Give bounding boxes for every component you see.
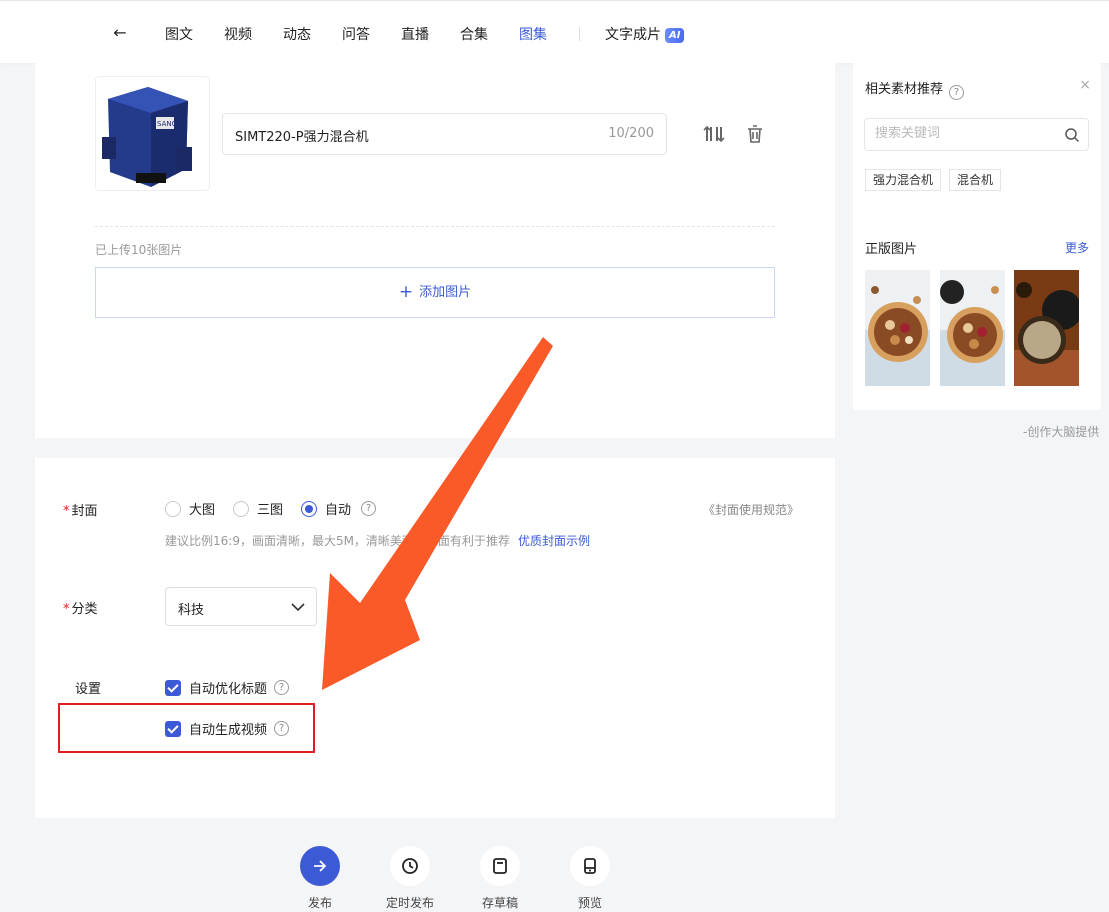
top-nav: ← 图文 视频 动态 问答 直播 合集 图集 文字成片 AI (0, 0, 1109, 63)
machine-photo: SANG (96, 77, 209, 190)
publish-button[interactable]: 发布 (290, 846, 350, 911)
machine-brand-text: SANG (157, 120, 177, 128)
settings-label: 设置 (75, 682, 102, 697)
schedule-publish-button[interactable]: 定时发布 (380, 846, 440, 911)
close-icon[interactable]: × (1079, 77, 1091, 93)
cover-option-large[interactable]: 大图 (165, 499, 215, 518)
category-value: 科技 (178, 603, 205, 618)
more-link[interactable]: 更多 (1065, 239, 1089, 256)
caption-input[interactable]: SIMT220-P强力混合机 10/200 (222, 113, 667, 155)
publish-label: 发布 (307, 896, 332, 910)
licensed-images-title: 正版图片 (865, 242, 918, 257)
cover-option-auto[interactable]: 自动? (301, 499, 377, 518)
cover-help-icon[interactable]: ? (361, 501, 377, 516)
tab-text-to-video[interactable]: 文字成片 AI (605, 24, 685, 44)
cover-hint-text: 建议比例16:9，画面清晰，最大5M，清晰美观的封面有利于推荐 (165, 534, 510, 548)
checkbox-checked-icon[interactable] (165, 679, 181, 696)
cover-option-three-label: 三图 (257, 503, 284, 518)
search-input[interactable] (875, 126, 1055, 141)
chevron-down-icon (291, 603, 305, 612)
radio-large[interactable] (165, 500, 181, 517)
uploaded-count-text: 已上传10张图片 (95, 243, 183, 257)
sidebar-search (864, 118, 1089, 151)
plus-icon: + (398, 282, 414, 302)
sidebar-credit: -创作大脑提供 (1023, 425, 1100, 439)
category-label: * 分类 (63, 602, 98, 617)
auto-title-checkbox[interactable]: 自动优化标题? (165, 678, 290, 697)
clock-icon[interactable] (390, 846, 430, 886)
publish-settings-card: * 封面 大图 三图 自动? 《封面使用规范》 建议比例16:9，画面清晰，最大5… (35, 458, 835, 818)
tab-collection[interactable]: 合集 (460, 24, 488, 44)
cover-hint: 建议比例16:9，画面清晰，最大5M，清晰美观的封面有利于推荐 优质封面示例 (165, 532, 590, 549)
category-select[interactable]: 科技 (165, 587, 317, 626)
add-image-label: 添加图片 (419, 285, 472, 300)
cover-option-large-label: 大图 (189, 503, 216, 518)
cover-label: * 封面 (63, 504, 98, 519)
ai-badge: AI (665, 28, 685, 43)
preview-label: 预览 (577, 896, 602, 910)
caption-text: SIMT220-P强力混合机 (235, 130, 369, 145)
highlight-box (58, 703, 315, 753)
radio-three[interactable] (233, 500, 249, 517)
tab-text-to-video-label: 文字成片 (605, 27, 661, 43)
save-draft-button[interactable]: 存草稿 (470, 846, 530, 911)
preview-icon[interactable] (570, 846, 610, 886)
draft-label: 存草稿 (481, 896, 518, 910)
tab-live[interactable]: 直播 (401, 24, 429, 44)
sidebar-help-icon[interactable]: ? (949, 85, 965, 100)
divider (95, 226, 775, 227)
search-icon[interactable] (1064, 127, 1080, 143)
tab-video[interactable]: 视频 (224, 24, 252, 44)
tab-dynamic[interactable]: 动态 (283, 24, 311, 44)
back-arrow-icon[interactable]: ← (110, 23, 130, 43)
sidebar-title-text: 相关素材推荐 (865, 82, 944, 97)
material-sidebar: 相关素材推荐? × 强力混合机 混合机 正版图片 更多 (853, 63, 1101, 410)
nav-divider (579, 27, 580, 41)
tab-tuwen[interactable]: 图文 (165, 24, 193, 44)
cover-option-three[interactable]: 三图 (233, 499, 283, 518)
preview-button[interactable]: 预览 (560, 846, 620, 911)
image-upload-card: SANG SIMT220-P强力混合机 10/200 已上传10张图片 + 添加图… (35, 63, 835, 438)
draft-icon[interactable] (480, 846, 520, 886)
add-image-button[interactable]: + 添加图片 (95, 267, 775, 318)
stock-photo-nuts-1[interactable] (865, 270, 930, 386)
keyword-tag[interactable]: 混合机 (949, 169, 1002, 191)
radio-auto[interactable] (301, 500, 317, 517)
cover-option-auto-label: 自动 (325, 503, 352, 518)
cover-spec-link[interactable]: 《封面使用规范》 (703, 501, 799, 518)
delete-icon[interactable] (744, 123, 766, 145)
caption-char-count: 10/200 (608, 126, 654, 141)
cover-label-text: 封面 (71, 504, 98, 519)
image-thumbnail[interactable]: SANG (95, 76, 210, 191)
category-label-text: 分类 (71, 602, 98, 617)
stock-photo-nuts-2[interactable] (940, 270, 1005, 386)
stock-photo-grains[interactable] (1014, 270, 1079, 386)
sort-icon[interactable] (703, 123, 725, 145)
sidebar-title: 相关素材推荐? (865, 78, 965, 100)
keyword-tag[interactable]: 强力混合机 (865, 169, 942, 191)
tab-qa[interactable]: 问答 (342, 24, 370, 44)
schedule-label: 定时发布 (385, 896, 434, 910)
arrow-right-icon[interactable] (300, 846, 340, 886)
tab-gallery[interactable]: 图集 (519, 24, 547, 44)
auto-title-label: 自动优化标题 (189, 682, 268, 697)
auto-title-help-icon[interactable]: ? (274, 680, 290, 695)
cover-example-link[interactable]: 优质封面示例 (518, 534, 590, 548)
